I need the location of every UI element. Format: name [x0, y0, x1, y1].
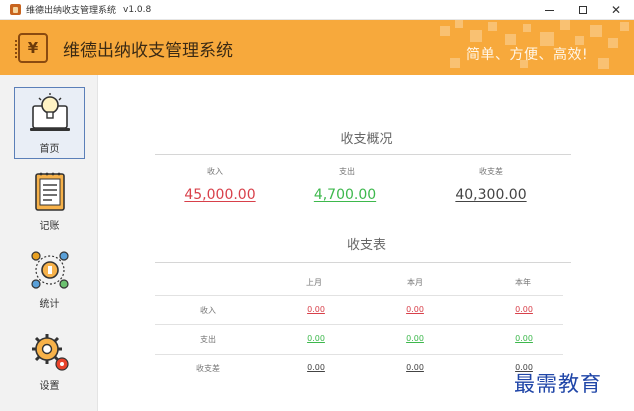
app-logo: ¥: [15, 33, 48, 63]
table-cell-income-this-month[interactable]: 0.00: [385, 305, 445, 314]
overview-title: 收支概况: [340, 132, 393, 147]
sidebar-item-ledger[interactable]: 记账: [14, 165, 85, 237]
minimize-icon: [544, 9, 554, 11]
overview-income-label: 收入: [207, 167, 223, 176]
table-cell-balance-this-month[interactable]: 0.00: [385, 363, 445, 372]
overview-divider: [155, 154, 571, 155]
table-row-divider: [155, 324, 563, 325]
overview-income-value[interactable]: 45,000.00: [160, 187, 280, 203]
stats-cycle-icon: [30, 251, 69, 289]
table-cell-income-this-year[interactable]: 0.00: [494, 305, 554, 314]
app-icon: [10, 4, 21, 15]
close-icon: ✕: [610, 3, 622, 17]
table-row-expense-label: 支出: [200, 335, 216, 344]
table-cell-expense-last-month[interactable]: 0.00: [286, 334, 346, 343]
sidebar-item-stats[interactable]: 统计: [14, 243, 85, 315]
maximize-button[interactable]: [566, 0, 600, 20]
sidebar-item-home[interactable]: 首页: [14, 87, 85, 159]
overview-balance-label: 收支差: [479, 167, 503, 176]
table-header-this-year: 本年: [515, 278, 531, 287]
sidebar-item-settings[interactable]: 设置: [14, 325, 85, 397]
sidebar: 首页 记账 统计 设置: [0, 75, 98, 411]
app-name: 维德出纳收支管理系统: [63, 41, 233, 61]
overview-expense-value[interactable]: 4,700.00: [285, 187, 405, 203]
table-cell-expense-this-month[interactable]: 0.00: [385, 334, 445, 343]
table-row-income-label: 收入: [200, 306, 216, 315]
ledger-book-icon: [34, 172, 65, 211]
sidebar-item-label: 记账: [39, 221, 60, 232]
table-cell-balance-last-month[interactable]: 0.00: [286, 363, 346, 372]
window-title: 维德出纳收支管理系统: [26, 6, 117, 16]
sidebar-item-label: 设置: [39, 381, 60, 392]
main-content: 收支概况 收入 支出 收支差 45,000.00 4,700.00 40,300…: [99, 75, 634, 411]
table-cell-income-last-month[interactable]: 0.00: [286, 305, 346, 314]
table-header-last-month: 上月: [306, 278, 322, 287]
table-divider: [155, 262, 571, 263]
table-title: 收支表: [346, 238, 386, 253]
table-row-divider: [155, 295, 563, 296]
window-version: v1.0.8: [123, 4, 152, 15]
yuan-icon: ¥: [27, 39, 39, 57]
table-row-balance-label: 收支差: [196, 364, 220, 373]
table-row-divider: [155, 354, 563, 355]
app-slogan: 简单、方便、高效!: [466, 47, 589, 63]
overview-balance-value[interactable]: 40,300.00: [431, 187, 551, 203]
sidebar-item-label: 统计: [39, 299, 60, 310]
watermark: 最需教育: [514, 372, 602, 396]
table-header-this-month: 本月: [407, 278, 423, 287]
maximize-icon: [579, 6, 587, 14]
lightbulb-laptop-icon: [29, 93, 70, 131]
minimize-button[interactable]: [532, 0, 566, 20]
gears-icon: [31, 334, 69, 371]
app-header: ¥ 维德出纳收支管理系统 简单、方便、高效!: [0, 20, 634, 75]
table-cell-expense-this-year[interactable]: 0.00: [494, 334, 554, 343]
close-button[interactable]: ✕: [599, 0, 633, 20]
sidebar-item-label: 首页: [39, 144, 60, 155]
overview-expense-label: 支出: [339, 167, 355, 176]
